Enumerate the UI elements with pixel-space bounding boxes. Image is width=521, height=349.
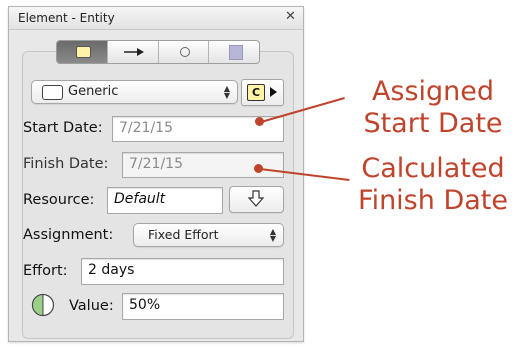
down-arrow-icon xyxy=(248,190,264,207)
effort-field[interactable]: 2 days xyxy=(81,258,284,285)
assigned-start-annotation: Assigned Start Date xyxy=(363,76,503,139)
tab-style[interactable] xyxy=(209,41,259,63)
type-swatch-icon xyxy=(42,85,63,100)
value-value: 50% xyxy=(129,297,161,313)
value-label: Value: xyxy=(69,298,114,314)
arrow-tab-icon xyxy=(123,48,144,56)
start-date-label: Start Date: xyxy=(23,120,103,136)
assigned-arrow-dot xyxy=(255,117,264,126)
tab-connection[interactable] xyxy=(108,41,159,63)
effort-value: 2 days xyxy=(88,262,135,278)
assignment-value: Fixed Effort xyxy=(148,227,219,242)
effort-label: Effort: xyxy=(23,263,68,279)
start-date-value: 7/21/15 xyxy=(119,120,173,136)
close-icon[interactable]: ✕ xyxy=(284,10,297,23)
circle-tab-icon xyxy=(179,47,190,57)
type-popup[interactable]: Generic ▲ ▼ xyxy=(31,80,238,104)
assignment-popup[interactable]: Fixed Effort ▲ ▼ xyxy=(133,223,284,247)
window-title: Element - Entity xyxy=(18,11,115,25)
tab-node[interactable] xyxy=(57,41,108,63)
triangle-right-icon xyxy=(270,87,277,97)
style-button[interactable]: C xyxy=(241,79,284,106)
resource-field[interactable]: Default xyxy=(107,187,223,214)
resource-down-button[interactable] xyxy=(229,186,284,213)
assignment-updown-icon: ▲ ▼ xyxy=(269,227,276,243)
finish-date-label: Finish Date: xyxy=(23,156,109,172)
updown-arrows-icon: ▲ ▼ xyxy=(223,84,230,100)
inspector-tabs xyxy=(56,40,260,64)
resource-value: Default xyxy=(114,191,166,207)
type-popup-value: Generic xyxy=(68,84,119,99)
resource-label: Resource: xyxy=(23,192,95,208)
shape-tab-icon xyxy=(229,45,244,60)
node-tab-icon xyxy=(76,46,91,58)
value-field[interactable]: 50% xyxy=(122,293,284,320)
assignment-label: Assignment: xyxy=(23,227,114,243)
calculated-finish-annotation: Calculated Finish Date xyxy=(358,153,508,216)
entity-inspector-panel: Element - Entity ✕ Generic ▲ ▼ C Start Da… xyxy=(8,6,304,342)
tab-shape[interactable] xyxy=(159,41,210,63)
title-bar[interactable]: Element - Entity ✕ xyxy=(9,7,303,30)
pie-value-icon xyxy=(31,293,55,317)
style-c-icon: C xyxy=(247,84,265,101)
calculated-arrow-dot xyxy=(254,164,263,173)
finish-date-value: 7/21/15 xyxy=(129,156,183,172)
